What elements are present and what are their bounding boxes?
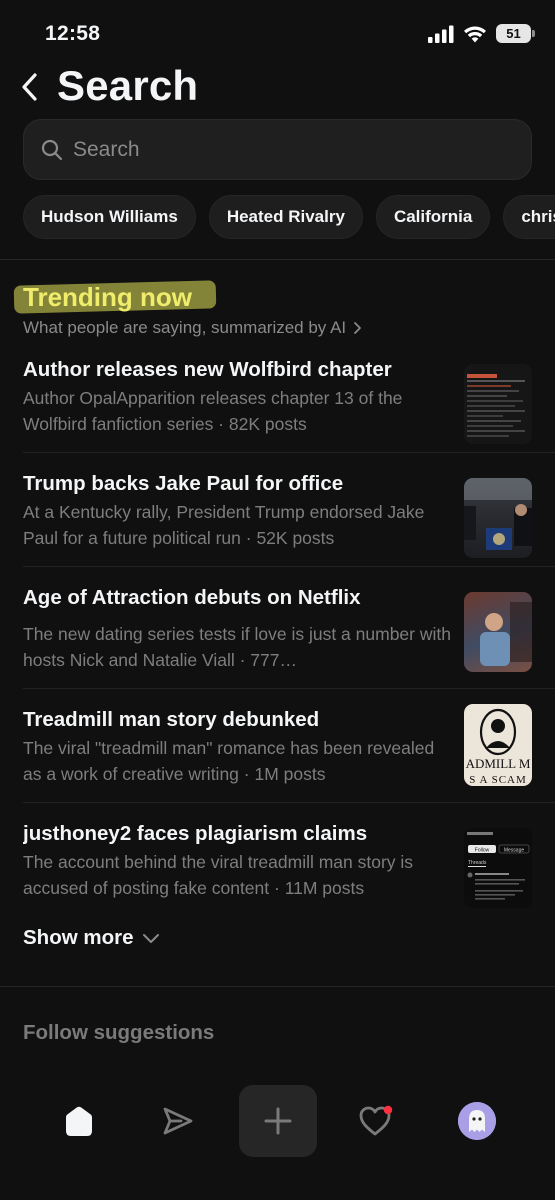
section-divider	[0, 259, 555, 260]
page-title: Search	[57, 62, 199, 109]
item-divider	[23, 452, 555, 453]
thumb-message-text: Message	[504, 848, 525, 854]
chevron-right-icon	[354, 322, 362, 334]
section-divider	[0, 986, 555, 987]
trend-description: The viral "treadmill man" romance has be…	[23, 738, 435, 784]
trend-item-justhoney2[interactable]: justhoney2 faces plagiarism claims The a…	[23, 820, 532, 908]
search-bar[interactable]	[23, 119, 532, 180]
trending-subtitle-link[interactable]: What people are saying, summarized by AI	[23, 318, 362, 338]
plus-icon	[264, 1107, 292, 1135]
show-more-label: Show more	[23, 926, 134, 949]
trend-thumbnail-photo	[464, 592, 532, 672]
trend-title: Author releases new Wolfbird chapter	[23, 358, 392, 381]
trend-description: At a Kentucky rally, President Trump end…	[23, 502, 425, 548]
suggestion-chips: Hudson Williams Heated Rivalry Californi…	[23, 195, 555, 239]
trend-item-age-of-attraction[interactable]: Age of Attraction debuts on Netflix The …	[23, 584, 532, 673]
chip-chris[interactable]: chris	[503, 195, 555, 239]
signal-icon	[428, 25, 454, 43]
item-divider	[23, 566, 555, 567]
thumb-text-line1: ADMILL M	[466, 756, 531, 771]
battery-indicator: 51	[496, 24, 535, 43]
nav-create[interactable]	[239, 1085, 317, 1157]
status-icons: 51	[428, 24, 535, 43]
trend-title: justhoney2 faces plagiarism claims	[23, 822, 368, 845]
page-header: Search	[0, 62, 555, 116]
trend-description: Author OpalApparition releases chapter 1…	[23, 388, 403, 434]
trend-item-trump-jake-paul[interactable]: Trump backs Jake Paul for office At a Ke…	[23, 470, 532, 558]
nav-profile[interactable]	[438, 1085, 516, 1157]
search-icon	[41, 139, 63, 160]
notification-dot	[383, 1105, 393, 1115]
chip-heated-rivalry[interactable]: Heated Rivalry	[208, 195, 363, 239]
trend-thumbnail-graphic: ADMILL M S A SCAM	[464, 704, 532, 786]
trend-description: The new dating series tests if love is j…	[23, 624, 451, 670]
back-button[interactable]	[20, 72, 46, 102]
send-icon	[163, 1107, 193, 1135]
nav-messages[interactable]	[139, 1085, 217, 1157]
nav-home[interactable]	[40, 1085, 118, 1157]
chevron-left-icon	[22, 73, 37, 101]
status-time: 12:58	[45, 22, 101, 45]
show-more-button[interactable]: Show more	[23, 926, 160, 950]
wifi-icon	[464, 26, 486, 42]
thumb-threads-text: Threads	[468, 860, 487, 866]
trend-description: The account behind the viral treadmill m…	[23, 852, 414, 898]
trending-heading: Trending now	[13, 279, 217, 315]
trend-title: Age of Attraction debuts on Netflix	[23, 586, 361, 609]
profile-avatar	[458, 1102, 496, 1140]
trend-thumbnail-screenshot: Follow Message Threads	[464, 828, 532, 908]
thumb-follow-text: Follow	[475, 848, 490, 854]
trending-title: Trending now	[23, 281, 192, 312]
home-icon	[66, 1106, 92, 1136]
thumb-text-line2: S A SCAM	[469, 774, 527, 786]
follow-suggestions-heading: Follow suggestions	[23, 1021, 215, 1044]
chevron-down-icon	[142, 933, 159, 943]
search-input[interactable]	[73, 137, 493, 162]
trend-thumbnail-photo	[464, 478, 532, 558]
trending-subtitle: What people are saying, summarized by AI	[23, 318, 347, 337]
chip-california[interactable]: California	[375, 195, 491, 239]
trend-item-wolfbird[interactable]: Author releases new Wolfbird chapter Aut…	[23, 356, 532, 444]
trend-title: Treadmill man story debunked	[23, 708, 320, 731]
trend-item-treadmill-man[interactable]: Treadmill man story debunked The viral "…	[23, 704, 532, 787]
chip-hudson-williams[interactable]: Hudson Williams	[23, 195, 196, 239]
item-divider	[23, 802, 555, 803]
status-bar: 12:58 51	[0, 0, 555, 70]
heart-icon	[359, 1105, 393, 1136]
item-divider	[23, 688, 555, 689]
bottom-navigation	[0, 1085, 555, 1160]
nav-activity[interactable]	[338, 1085, 416, 1157]
trend-title: Trump backs Jake Paul for office	[23, 472, 344, 495]
trend-thumbnail-screenshot	[464, 364, 532, 444]
